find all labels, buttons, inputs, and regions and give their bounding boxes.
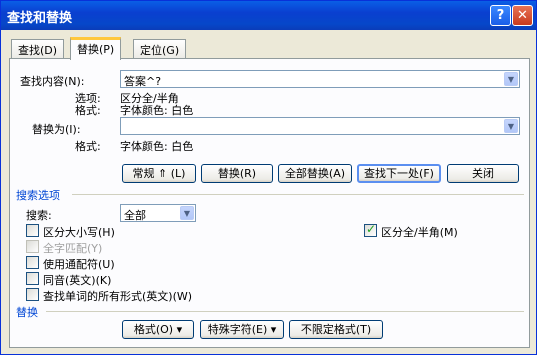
- section-divider: [46, 311, 524, 312]
- chevron-down-icon[interactable]: ▼: [504, 72, 518, 86]
- replace-format-value: 字体颜色: 白色: [120, 140, 194, 153]
- chevron-down-icon[interactable]: ▼: [180, 206, 194, 220]
- tab-replace[interactable]: 替换(P): [70, 37, 122, 60]
- replace-with-label: 替换为(I):: [32, 123, 81, 136]
- close-button[interactable]: 关闭: [447, 164, 519, 183]
- wildcards-checkbox[interactable]: [26, 256, 39, 269]
- match-width-label[interactable]: 区分全/半角(M): [381, 224, 458, 240]
- sounds-like-checkbox[interactable]: [26, 272, 39, 285]
- find-what-value: 答案^?: [124, 75, 162, 88]
- find-what-combobox[interactable]: 答案^? ▼: [120, 70, 520, 88]
- help-button[interactable]: ?: [490, 5, 511, 26]
- replace-button[interactable]: 替换(R): [201, 164, 273, 183]
- whole-word-checkbox[interactable]: [26, 240, 39, 253]
- replace-with-combobox[interactable]: ▼: [120, 117, 520, 135]
- search-direction-select[interactable]: 全部 ▼: [120, 204, 196, 222]
- match-width-checkbox[interactable]: [364, 222, 377, 237]
- find-replace-dialog: 查找和替换 ? ✕ 查找(D) 替换(P) 定位(G) 查找内容(N): 答案^…: [0, 0, 537, 355]
- find-next-button[interactable]: 查找下一处(F): [357, 164, 441, 183]
- search-options-header: 搜索选项: [16, 189, 60, 202]
- search-direction-value: 全部: [124, 209, 146, 222]
- dialog-title: 查找和替换: [7, 11, 73, 26]
- all-word-forms-label[interactable]: 查找单词的所有形式(英文)(W): [43, 288, 192, 304]
- tab-find[interactable]: 查找(D): [11, 39, 65, 58]
- whole-word-label: 全字匹配(Y): [43, 242, 103, 255]
- match-case-checkbox[interactable]: [26, 224, 39, 237]
- tab-goto[interactable]: 定位(G): [133, 39, 187, 58]
- replace-tab-panel: 查找内容(N): 答案^? ▼ 选项: 区分全/半角 格式: 字体颜色: 白色 …: [9, 58, 530, 348]
- format-dropdown-button[interactable]: 格式(O) ▾: [122, 320, 194, 339]
- replace-section-header: 替换: [16, 306, 38, 319]
- replace-format-label: 格式:: [75, 140, 101, 153]
- find-format-label: 格式:: [75, 104, 101, 117]
- wildcards-label[interactable]: 使用通配符(U): [43, 256, 115, 272]
- close-window-button[interactable]: ✕: [512, 5, 533, 26]
- find-what-label: 查找内容(N):: [20, 75, 85, 88]
- replace-all-button[interactable]: 全部替换(A): [278, 164, 352, 183]
- less-button[interactable]: 常规 ⇑ (L): [122, 164, 196, 183]
- all-word-forms-checkbox[interactable]: [26, 288, 39, 301]
- sounds-like-label[interactable]: 同音(英文)(K): [43, 272, 111, 288]
- find-format-value: 字体颜色: 白色: [120, 104, 194, 117]
- no-formatting-button[interactable]: 不限定格式(T): [289, 320, 383, 339]
- chevron-down-icon[interactable]: ▼: [504, 119, 518, 133]
- match-case-label[interactable]: 区分大小写(H): [43, 224, 115, 240]
- section-divider: [72, 194, 524, 195]
- search-direction-label: 搜索:: [26, 209, 52, 222]
- title-bar[interactable]: 查找和替换 ? ✕: [1, 1, 536, 30]
- special-dropdown-button[interactable]: 特殊字符(E) ▾: [200, 320, 284, 339]
